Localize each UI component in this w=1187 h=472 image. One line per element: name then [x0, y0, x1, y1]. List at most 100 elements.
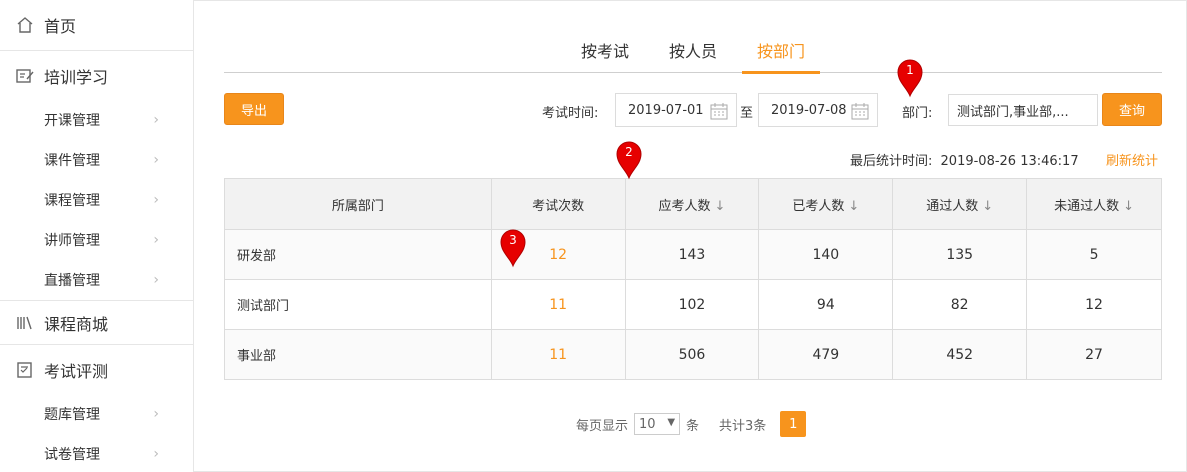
cell-failed: 27: [1026, 329, 1162, 380]
sidebar-item-home[interactable]: 首页: [0, 0, 193, 50]
cell-department: 事业部: [224, 329, 492, 380]
last-stat-time: 最后统计时间: 2019-08-26 13:46:17: [850, 150, 1079, 169]
sidebar-item-question-bank[interactable]: 题库管理 ›: [0, 394, 193, 434]
sidebar-item-label: 试卷管理: [44, 447, 100, 463]
department-select[interactable]: 测试部门,事业部,...: [948, 94, 1098, 126]
sidebar-item-course-open[interactable]: 开课管理 ›: [0, 100, 193, 140]
header-taken[interactable]: 已考人数 ↓: [758, 178, 894, 230]
cell-exam-count-link[interactable]: 11: [490, 329, 626, 380]
header-passed[interactable]: 通过人数 ↓: [892, 178, 1028, 230]
home-icon: [14, 14, 36, 36]
header-exam-count: 考试次数: [490, 178, 626, 230]
total-count: 共计3条: [719, 418, 767, 434]
chevron-right-icon: ›: [153, 272, 159, 288]
header-label: 已考人数: [792, 198, 845, 214]
active-tab-indicator: [742, 71, 820, 74]
per-page-unit: 条: [686, 418, 700, 434]
sort-down-icon[interactable]: ↓: [715, 199, 726, 214]
sidebar-item-label: 课程商城: [44, 314, 109, 334]
chevron-right-icon: ›: [153, 192, 159, 208]
training-icon: [14, 65, 36, 87]
department-stats-table: 所属部门 考试次数 应考人数 ↓ 已考人数 ↓ 通过人数 ↓ 未通过人数 ↓ 研发部 1…: [224, 178, 1162, 380]
tab-by-exam[interactable]: 按考试: [581, 38, 629, 62]
sidebar-item-courseware[interactable]: 课件管理 ›: [0, 140, 193, 180]
marker-label: 1: [906, 63, 914, 77]
sidebar-item-exam[interactable]: 考试评测: [0, 344, 193, 394]
tab-by-person[interactable]: 按人员: [669, 38, 717, 62]
callout-marker-2: 2: [614, 140, 644, 180]
department-label: 部门:: [902, 106, 933, 121]
cell-department: 研发部: [224, 229, 492, 280]
caret-down-icon: ▼: [667, 417, 676, 428]
tab-bar: 按考试 按人员 按部门: [224, 26, 1162, 74]
to-label: 至: [740, 106, 754, 121]
date-from-input[interactable]: 2019-07-01: [615, 93, 737, 127]
sidebar-item-label: 开课管理: [44, 113, 100, 129]
callout-marker-3: 3: [498, 228, 528, 268]
sidebar-item-paper[interactable]: 试卷管理 ›: [0, 434, 193, 472]
sidebar-item-label: 课件管理: [44, 153, 100, 169]
callout-marker-1: 1: [895, 58, 925, 98]
header-department: 所属部门: [224, 178, 492, 230]
cell-taken: 140: [758, 229, 894, 280]
chevron-right-icon: ›: [153, 406, 159, 422]
per-page-select[interactable]: 10 ▼: [634, 413, 681, 435]
sidebar-item-lecturer[interactable]: 讲师管理 ›: [0, 220, 193, 260]
sidebar: 首页 培训学习 开课管理 › 课件管理 › 课程管理 › 讲师管理 › 直播管理…: [0, 0, 194, 472]
header-label: 应考人数: [658, 198, 711, 214]
refresh-stats-link[interactable]: 刷新统计: [1106, 150, 1158, 169]
chevron-right-icon: ›: [153, 232, 159, 248]
table-row: 测试部门 11 102 94 82 12: [224, 279, 1162, 330]
sort-down-icon[interactable]: ↓: [982, 199, 993, 214]
sidebar-item-label: 题库管理: [44, 407, 100, 423]
query-button[interactable]: 查询: [1102, 93, 1162, 126]
cell-passed: 135: [892, 229, 1028, 280]
chevron-right-icon: ›: [153, 446, 159, 462]
chevron-right-icon: ›: [153, 152, 159, 168]
cell-failed: 12: [1026, 279, 1162, 330]
chevron-right-icon: ›: [153, 112, 159, 128]
header-label: 未通过人数: [1054, 198, 1120, 214]
per-page-value: 10: [639, 416, 656, 432]
sidebar-item-live[interactable]: 直播管理 ›: [0, 260, 193, 300]
marker-label: 2: [625, 145, 633, 159]
table-row: 研发部 12 143 140 135 5: [224, 229, 1162, 280]
date-to-input[interactable]: 2019-07-08: [758, 93, 878, 127]
cell-department: 测试部门: [224, 279, 492, 330]
tab-by-department[interactable]: 按部门: [757, 38, 805, 62]
cell-passed: 452: [892, 329, 1028, 380]
cell-passed: 82: [892, 279, 1028, 330]
pagination: 每页显示 10 ▼ 条 共计3条 1: [576, 411, 807, 437]
cell-exam-count-link[interactable]: 11: [490, 279, 626, 330]
sidebar-item-label: 课程管理: [44, 193, 100, 209]
sidebar-item-label: 直播管理: [44, 273, 100, 289]
last-stat-label: 最后统计时间:: [850, 154, 933, 169]
books-icon: [14, 312, 36, 334]
cell-expected: 102: [624, 279, 760, 330]
date-from-value: 2019-07-01: [628, 102, 704, 118]
sort-down-icon[interactable]: ↓: [848, 199, 859, 214]
sidebar-item-training[interactable]: 培训学习: [0, 50, 193, 100]
sort-down-icon[interactable]: ↓: [1123, 199, 1134, 214]
marker-label: 3: [509, 233, 517, 247]
cell-failed: 5: [1026, 229, 1162, 280]
per-page-label: 每页显示: [576, 418, 629, 434]
cell-expected: 143: [624, 229, 760, 280]
page-button-current[interactable]: 1: [780, 411, 807, 437]
calendar-icon[interactable]: [851, 102, 869, 124]
header-failed[interactable]: 未通过人数 ↓: [1026, 178, 1162, 230]
sidebar-item-label: 讲师管理: [44, 233, 100, 249]
date-to-value: 2019-07-08: [771, 102, 847, 118]
sidebar-item-label: 首页: [44, 17, 77, 36]
sidebar-item-label: 培训学习: [44, 67, 109, 87]
table-row: 事业部 11 506 479 452 27: [224, 329, 1162, 380]
cell-taken: 479: [758, 329, 894, 380]
export-button[interactable]: 导出: [224, 93, 284, 125]
sidebar-item-course[interactable]: 课程管理 ›: [0, 180, 193, 220]
cell-taken: 94: [758, 279, 894, 330]
sidebar-item-mall[interactable]: 课程商城: [0, 300, 193, 344]
header-expected[interactable]: 应考人数 ↓: [624, 178, 760, 230]
calendar-icon[interactable]: [710, 102, 728, 124]
exam-time-label: 考试时间:: [542, 106, 599, 121]
cell-expected: 506: [624, 329, 760, 380]
